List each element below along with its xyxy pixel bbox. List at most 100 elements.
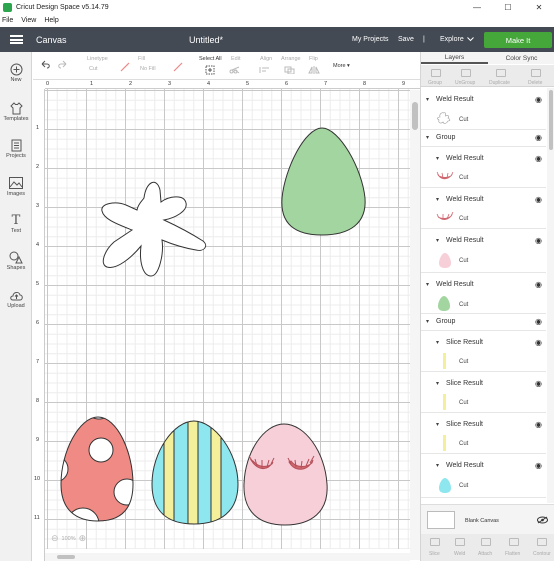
sidebar-item-images[interactable]: Images xyxy=(0,176,32,197)
layer-row[interactable]: ▾ Weld Result ◉ Cut xyxy=(421,88,546,130)
slice-icon[interactable] xyxy=(430,538,440,546)
eye-icon[interactable]: ◉ xyxy=(535,195,542,204)
blank-canvas-swatch[interactable] xyxy=(427,511,455,529)
scroll-thumb[interactable] xyxy=(549,90,553,150)
save-button[interactable]: Save xyxy=(398,36,414,43)
layer-operation[interactable]: Cut xyxy=(459,400,468,406)
layer-row[interactable]: ▾ Weld Result ◉ Cut xyxy=(421,229,546,273)
menu-file[interactable]: File xyxy=(2,17,13,24)
duplicate-icon[interactable] xyxy=(496,69,506,77)
zoom-in-icon[interactable]: ⊕ xyxy=(79,533,87,544)
eye-icon[interactable]: ◉ xyxy=(535,154,542,163)
eye-hidden-icon[interactable] xyxy=(537,516,548,524)
layer-row[interactable]: ▾ Weld Result ◉ Cut xyxy=(421,454,546,498)
fill-select[interactable]: No Fill xyxy=(140,66,156,72)
menu-help[interactable]: Help xyxy=(44,17,58,24)
canvas-horizontal-scrollbar[interactable] xyxy=(45,553,410,561)
striped-egg-group[interactable] xyxy=(151,410,239,530)
pink-lashes-egg-group[interactable] xyxy=(243,423,328,526)
layer-operation[interactable]: Cut xyxy=(459,441,468,447)
collapse-arrow-icon[interactable]: ▾ xyxy=(426,318,429,325)
tab-color-sync[interactable]: Color Sync xyxy=(488,52,554,64)
tab-layers[interactable]: Layers xyxy=(421,52,488,64)
red-spotted-egg-group[interactable] xyxy=(42,407,140,540)
contour-icon[interactable] xyxy=(537,538,547,546)
layer-operation[interactable]: Cut xyxy=(459,359,468,365)
layer-operation[interactable]: Cut xyxy=(459,117,468,123)
collapse-arrow-icon[interactable]: ▾ xyxy=(426,281,429,288)
arrange-icon[interactable] xyxy=(284,66,296,74)
layer-operation[interactable]: Cut xyxy=(459,216,468,222)
blank-canvas-row[interactable]: Blank Canvas xyxy=(421,504,554,534)
undo-icon[interactable] xyxy=(41,60,51,69)
collapse-arrow-icon[interactable]: ▾ xyxy=(436,196,439,203)
group-icon[interactable] xyxy=(431,69,441,77)
eye-icon[interactable]: ◉ xyxy=(535,280,542,289)
sidebar-item-shapes[interactable]: Shapes xyxy=(0,250,32,271)
green-egg-shape[interactable] xyxy=(281,127,366,236)
eye-icon[interactable]: ◉ xyxy=(535,133,542,142)
zoom-out-icon[interactable]: ⊖ xyxy=(51,533,59,544)
flatten-icon[interactable] xyxy=(509,538,519,546)
delete-button[interactable]: Delete xyxy=(528,80,542,86)
align-button[interactable]: Align xyxy=(260,56,272,62)
sidebar-item-templates[interactable]: Templates xyxy=(0,101,32,122)
attach-button[interactable]: Attach xyxy=(478,551,492,557)
layer-row[interactable]: ▾ Slice Result ◉ Cut xyxy=(421,372,546,413)
select-all-button[interactable]: Select All xyxy=(199,56,222,62)
scroll-thumb[interactable] xyxy=(412,102,418,130)
more-menu-button[interactable]: More ▾ xyxy=(333,63,350,69)
layer-row[interactable]: ▾ Weld Result ◉ Cut xyxy=(421,273,546,314)
duplicate-button[interactable]: Duplicate xyxy=(489,80,510,86)
layer-operation[interactable]: Cut xyxy=(459,258,468,264)
layer-row[interactable]: ▾ Slice Result ◉ Cut xyxy=(421,413,546,454)
maximize-button[interactable]: ☐ xyxy=(493,0,523,15)
scroll-thumb[interactable] xyxy=(57,555,75,559)
weld-button[interactable]: Weld xyxy=(454,551,465,557)
sidebar-item-new[interactable]: New xyxy=(0,62,32,83)
collapse-arrow-icon[interactable]: ▾ xyxy=(426,96,429,103)
contour-button[interactable]: Contour xyxy=(533,551,551,557)
edit-button[interactable]: Edit xyxy=(231,56,240,62)
eye-icon[interactable]: ◉ xyxy=(535,317,542,326)
menu-view[interactable]: View xyxy=(21,17,36,24)
eye-icon[interactable]: ◉ xyxy=(535,461,542,470)
flip-icon[interactable] xyxy=(308,66,320,74)
minimize-button[interactable]: — xyxy=(462,0,492,15)
layer-row[interactable]: ▾ Slice Result ◉ Cut xyxy=(421,331,546,372)
sidebar-item-text[interactable]: T Text xyxy=(0,213,32,235)
arrange-button[interactable]: Arrange xyxy=(281,56,301,62)
flip-button[interactable]: Flip xyxy=(309,56,318,62)
layer-group-row[interactable]: ▾ Group ◉ xyxy=(421,314,546,331)
hamburger-menu-icon[interactable] xyxy=(10,35,23,44)
layer-row[interactable]: ▾ Weld Result ◉ Cut xyxy=(421,147,546,188)
collapse-arrow-icon[interactable]: ▾ xyxy=(436,155,439,162)
machine-selector[interactable]: Explore xyxy=(440,36,464,43)
make-it-button[interactable]: Make It xyxy=(484,32,552,48)
scissors-icon[interactable] xyxy=(229,66,241,74)
delete-icon[interactable] xyxy=(531,69,541,77)
ungroup-button[interactable]: UnGroup xyxy=(455,80,475,86)
collapse-arrow-icon[interactable]: ▾ xyxy=(426,134,429,141)
redo-icon[interactable] xyxy=(57,60,67,69)
collapse-arrow-icon[interactable]: ▾ xyxy=(436,421,439,428)
select-all-icon[interactable] xyxy=(205,65,215,75)
collapse-arrow-icon[interactable]: ▾ xyxy=(436,339,439,346)
collapse-arrow-icon[interactable]: ▾ xyxy=(436,462,439,469)
layer-row[interactable]: ▾ Weld Result ◉ Cut xyxy=(421,188,546,229)
slice-button[interactable]: Slice xyxy=(429,551,440,557)
canvas-vertical-scrollbar[interactable] xyxy=(410,90,420,560)
weld-icon[interactable] xyxy=(455,538,465,546)
eye-icon[interactable]: ◉ xyxy=(535,379,542,388)
eye-icon[interactable]: ◉ xyxy=(535,95,542,104)
layers-scrollbar[interactable] xyxy=(547,88,554,503)
eye-icon[interactable]: ◉ xyxy=(535,338,542,347)
group-button[interactable]: Group xyxy=(428,80,442,86)
my-projects-link[interactable]: My Projects xyxy=(352,36,389,43)
ungroup-icon[interactable] xyxy=(461,69,471,77)
collapse-arrow-icon[interactable]: ▾ xyxy=(436,380,439,387)
eye-icon[interactable]: ◉ xyxy=(535,420,542,429)
linetype-select[interactable]: Cut xyxy=(89,66,98,72)
layer-operation[interactable]: Cut xyxy=(459,175,468,181)
collapse-arrow-icon[interactable]: ▾ xyxy=(436,237,439,244)
